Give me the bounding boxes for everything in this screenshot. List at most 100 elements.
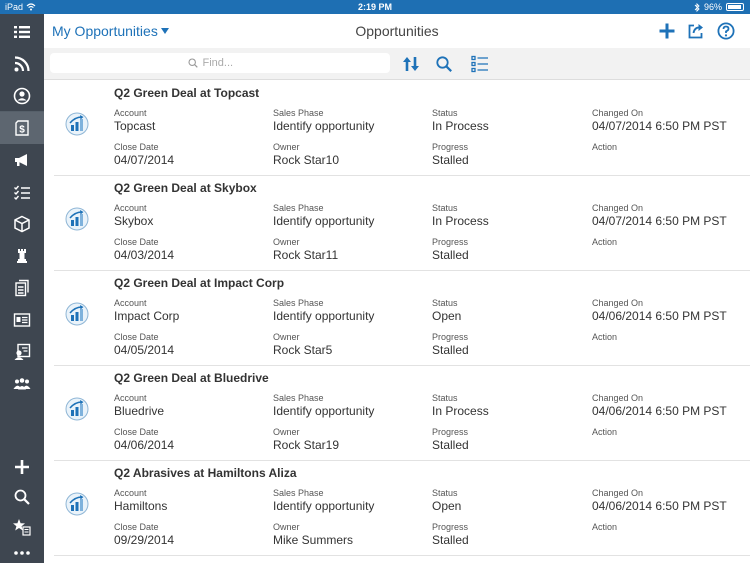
search-field[interactable] (50, 53, 390, 73)
changed-on-field: Changed On 04/06/2014 6:50 PM PST (592, 393, 727, 418)
help-icon (717, 22, 735, 40)
owner-field: Owner Rock Star19 (273, 427, 339, 452)
sidebar-more-button[interactable] (0, 534, 44, 563)
progress-label: Progress (432, 427, 469, 437)
progress-value: Stalled (432, 248, 469, 262)
sales-phase-field: Sales Phase Identify opportunity (273, 108, 374, 133)
sales-phase-field: Sales Phase Identify opportunity (273, 203, 374, 228)
sidebar-item-documents[interactable] (0, 272, 44, 304)
share-button[interactable] (685, 21, 707, 41)
help-button[interactable] (715, 21, 737, 41)
group-icon (13, 378, 31, 390)
close-date-label: Close Date (114, 237, 159, 247)
account-value: Hamiltons (114, 499, 168, 513)
action-label: Action (592, 237, 618, 247)
status-value: In Process (432, 404, 489, 418)
opportunity-title: Q2 Green Deal at Impact Corp (114, 276, 285, 290)
close-date-value: 04/07/2014 (114, 153, 175, 167)
sales-phase-label: Sales Phase (273, 108, 324, 118)
list-toolbar (44, 48, 750, 80)
sidebar-item-menu[interactable] (0, 16, 44, 48)
sales-phase-value: Identify opportunity (273, 119, 375, 133)
status-label: Status (432, 108, 458, 118)
opportunity-row[interactable]: Q2 Green Deal at Topcast Account Topcast … (54, 81, 750, 176)
owner-field: Owner Mike Summers (273, 522, 353, 547)
progress-field: Progress Stalled (432, 142, 469, 167)
action-field: Action (592, 142, 617, 153)
status-field: Status In Process (432, 393, 489, 418)
action-field: Action (592, 332, 617, 343)
account-field: Account Impact Corp (114, 298, 179, 323)
status-field: Status Open (432, 488, 461, 513)
sidebar-item-opportunities[interactable]: $ (0, 112, 44, 144)
account-label: Account (114, 393, 147, 403)
sidebar-item-campaigns[interactable] (0, 144, 44, 176)
close-date-value: 04/03/2014 (114, 248, 175, 262)
sort-button[interactable] (400, 53, 422, 75)
close-date-label: Close Date (114, 522, 159, 532)
account-field: Account Topcast (114, 108, 155, 133)
sidebar-item-feed[interactable] (0, 48, 44, 80)
progress-field: Progress Stalled (432, 332, 469, 357)
progress-label: Progress (432, 142, 469, 152)
progress-value: Stalled (432, 343, 469, 357)
close-date-label: Close Date (114, 332, 159, 342)
close-date-value: 04/06/2014 (114, 438, 175, 452)
sidebar-item-competitors[interactable] (0, 240, 44, 272)
close-date-field: Close Date 04/05/2014 (114, 332, 174, 357)
sidebar-add-button[interactable] (0, 451, 44, 483)
sales-phase-field: Sales Phase Identify opportunity (273, 298, 374, 323)
action-label: Action (592, 332, 618, 342)
progress-value: Stalled (432, 533, 469, 547)
changed-on-field: Changed On 04/06/2014 6:50 PM PST (592, 488, 727, 513)
status-label: Status (432, 393, 458, 403)
view-selector[interactable]: My Opportunities (52, 23, 169, 39)
progress-label: Progress (432, 522, 469, 532)
account-value: Skybox (114, 214, 154, 228)
search-icon (14, 489, 30, 505)
opportunity-row[interactable]: Q2 Green Deal at Impact Corp Account Impa… (54, 271, 750, 366)
sidebar-item-team[interactable] (0, 368, 44, 400)
changed-on-field: Changed On 04/07/2014 6:50 PM PST (592, 203, 727, 228)
list-icon (14, 26, 30, 38)
box-icon (14, 215, 30, 233)
opportunity-icon (65, 112, 89, 136)
person-icon (13, 87, 31, 105)
add-opportunity-button[interactable] (656, 21, 678, 41)
owner-field: Owner Rock Star5 (273, 332, 332, 357)
sidebar-search-button[interactable] (0, 481, 44, 513)
changed-on-field: Changed On 04/06/2014 6:50 PM PST (592, 298, 727, 323)
search-button[interactable] (433, 53, 455, 75)
opportunity-row[interactable]: Q2 Green Deal at Bluedrive Account Bluedr… (54, 366, 750, 461)
list-view-button[interactable] (469, 53, 491, 75)
opportunity-icon (65, 207, 89, 231)
status-field: Status In Process (432, 203, 489, 228)
clock: 2:19 PM (357, 2, 392, 12)
status-field: Status Open (432, 298, 461, 323)
sort-icon (403, 57, 419, 71)
opportunity-list: Q2 Green Deal at Topcast Account Topcast … (44, 81, 750, 556)
sidebar: $ (0, 14, 44, 563)
account-field: Account Hamiltons (114, 488, 167, 513)
account-label: Account (114, 108, 147, 118)
changed-on-label: Changed On (592, 108, 644, 118)
feed-icon (14, 56, 30, 72)
sidebar-item-tasks[interactable] (0, 176, 44, 208)
search-input[interactable] (202, 57, 253, 69)
close-date-field: Close Date 04/03/2014 (114, 237, 174, 262)
account-value: Topcast (114, 119, 156, 133)
account-field: Account Bluedrive (114, 393, 164, 418)
sidebar-item-contacts[interactable] (0, 336, 44, 368)
caret-down-icon (160, 28, 169, 34)
sidebar-item-profile[interactable] (0, 80, 44, 112)
sidebar-item-products[interactable] (0, 208, 44, 240)
changed-on-value: 04/06/2014 6:50 PM PST (592, 499, 727, 513)
sales-phase-value: Identify opportunity (273, 309, 375, 323)
progress-label: Progress (432, 237, 469, 247)
owner-label: Owner (273, 142, 300, 152)
progress-label: Progress (432, 332, 469, 342)
opportunity-row[interactable]: Q2 Green Deal at Skybox Account Skybox Sa… (54, 176, 750, 271)
sidebar-item-accounts[interactable] (0, 304, 44, 336)
opportunity-row[interactable]: Q2 Abrasives at Hamiltons Aliza Account H… (54, 461, 750, 556)
app-header: My Opportunities Opportunities (44, 14, 750, 48)
